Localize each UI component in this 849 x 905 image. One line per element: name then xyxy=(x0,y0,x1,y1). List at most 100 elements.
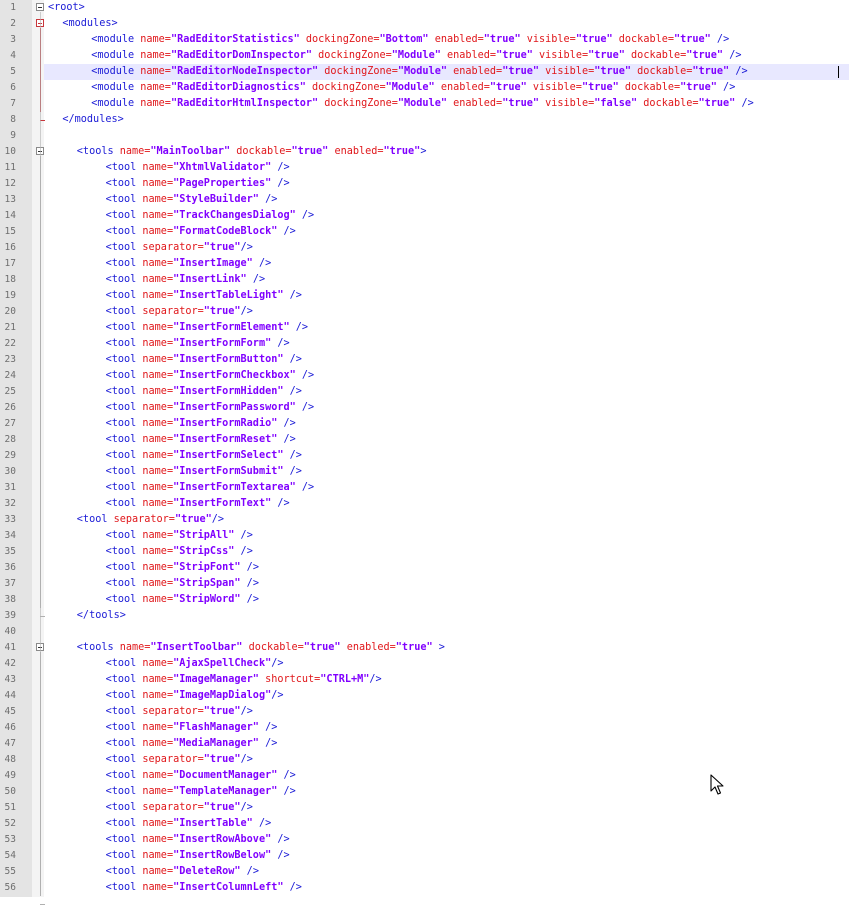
line-text[interactable]: <tool name="InsertFormTextarea" /> xyxy=(106,480,315,496)
code-line[interactable]: 7 <module name="RadEditorHtmlInspector" d… xyxy=(0,96,849,112)
line-text[interactable]: <tool name="DeleteRow" /> xyxy=(106,864,259,880)
code-line[interactable]: 19 <tool name="InsertTableLight" /> xyxy=(0,288,849,304)
code-line[interactable]: 43 <tool name="ImageManager" shortcut="CT… xyxy=(0,672,849,688)
code-line[interactable]: 46 <tool name="FlashManager" /> xyxy=(0,720,849,736)
code-line[interactable]: 45 <tool separator="true"/> xyxy=(0,704,849,720)
line-text[interactable]: <tool name="InsertFormPassword" /> xyxy=(106,400,315,416)
line-text[interactable]: <tool name="AjaxSpellCheck"/> xyxy=(106,656,284,672)
code-line[interactable]: 20 <tool separator="true"/> xyxy=(0,304,849,320)
line-text[interactable]: <tool separator="true"/> xyxy=(106,704,253,720)
line-text[interactable]: <tools name="InsertToolbar" dockable="tr… xyxy=(77,640,445,656)
line-text[interactable]: <tool name="InsertRowBelow" /> xyxy=(106,848,290,864)
code-line[interactable]: 36 <tool name="StripFont" /> xyxy=(0,560,849,576)
line-text[interactable]: </modules> xyxy=(62,112,123,128)
code-line[interactable]: 47 <tool name="MediaManager" /> xyxy=(0,736,849,752)
line-text[interactable]: <tool name="XhtmlValidator" /> xyxy=(106,160,290,176)
line-text[interactable]: <tool name="InsertFormHidden" /> xyxy=(106,384,302,400)
code-line[interactable]: 16 <tool separator="true"/> xyxy=(0,240,849,256)
line-text[interactable]: <tools name="MainToolbar" dockable="true… xyxy=(77,144,427,160)
line-text[interactable]: <tool separator="true"/> xyxy=(106,240,253,256)
code-line[interactable]: 54 <tool name="InsertRowBelow" /> xyxy=(0,848,849,864)
line-text[interactable]: <tool name="InsertFormForm" /> xyxy=(106,336,290,352)
code-line[interactable]: 40 xyxy=(0,624,849,640)
code-line[interactable]: 14 <tool name="TrackChangesDialog" /> xyxy=(0,208,849,224)
line-text[interactable]: <tool name="InsertTable" /> xyxy=(106,816,272,832)
code-line[interactable]: 30 <tool name="InsertFormSubmit" /> xyxy=(0,464,849,480)
line-text[interactable]: <tool separator="true"/> xyxy=(106,752,253,768)
code-line[interactable]: 23 <tool name="InsertFormButton" /> xyxy=(0,352,849,368)
code-line[interactable]: 51 <tool separator="true"/> xyxy=(0,800,849,816)
code-line[interactable]: 1 <root> xyxy=(0,0,849,16)
line-text[interactable]: <module name="RadEditorStatistics" docki… xyxy=(91,32,729,48)
line-text[interactable]: <module name="RadEditorNodeInspector" do… xyxy=(91,64,747,80)
line-text[interactable]: <tool name="InsertFormButton" /> xyxy=(106,352,302,368)
line-text[interactable]: <modules> xyxy=(62,16,117,32)
code-line[interactable]: 3 <module name="RadEditorStatistics" dock… xyxy=(0,32,849,48)
code-line[interactable]: 32 <tool name="InsertFormText" /> xyxy=(0,496,849,512)
code-line[interactable]: 29 <tool name="InsertFormSelect" /> xyxy=(0,448,849,464)
line-text[interactable]: <tool name="InsertFormReset" /> xyxy=(106,432,296,448)
code-line[interactable]: 9 xyxy=(0,128,849,144)
line-text[interactable]: <tool name="ImageManager" shortcut="CTRL… xyxy=(106,672,382,688)
line-text[interactable]: <tool name="InsertFormElement" /> xyxy=(106,320,308,336)
code-line[interactable]: 4 <module name="RadEditorDomInspector" do… xyxy=(0,48,849,64)
code-line[interactable]: 26 <tool name="InsertFormPassword" /> xyxy=(0,400,849,416)
code-line[interactable]: 21 <tool name="InsertFormElement" /> xyxy=(0,320,849,336)
line-text[interactable]: <module name="RadEditorDomInspector" doc… xyxy=(91,48,741,64)
line-text[interactable]: <root> xyxy=(48,0,85,16)
code-line[interactable]: 5 <module name="RadEditorNodeInspector" d… xyxy=(0,64,849,80)
line-text[interactable]: <module name="RadEditorDiagnostics" dock… xyxy=(91,80,735,96)
code-line[interactable]: 41 <tools name="InsertToolbar" dockable="… xyxy=(0,640,849,656)
code-line[interactable]: 56 <tool name="InsertColumnLeft" /> xyxy=(0,880,849,896)
line-text[interactable]: <tool name="InsertFormSubmit" /> xyxy=(106,464,302,480)
code-line[interactable]: 24 <tool name="InsertFormCheckbox" /> xyxy=(0,368,849,384)
line-text[interactable]: <tool separator="true"/> xyxy=(106,800,253,816)
line-text[interactable]: <tool name="TrackChangesDialog" /> xyxy=(106,208,315,224)
code-line[interactable]: 34 <tool name="StripAll" /> xyxy=(0,528,849,544)
code-line[interactable]: 2 <modules> xyxy=(0,16,849,32)
code-line[interactable]: 44 <tool name="ImageMapDialog"/> xyxy=(0,688,849,704)
code-editor[interactable]: 1 <root> 2 <modules> 3 <module name="RadEdito… xyxy=(0,0,849,905)
code-line[interactable]: 38 <tool name="StripWord" /> xyxy=(0,592,849,608)
code-line[interactable]: 18 <tool name="InsertLink" /> xyxy=(0,272,849,288)
code-line[interactable]: 39 </tools> xyxy=(0,608,849,624)
line-text[interactable]: <tool name="PageProperties" /> xyxy=(106,176,290,192)
code-line[interactable]: 31 <tool name="InsertFormTextarea" /> xyxy=(0,480,849,496)
code-line[interactable]: 8 </modules> xyxy=(0,112,849,128)
line-text[interactable]: <tool name="InsertImage" /> xyxy=(106,256,272,272)
code-line[interactable]: 13 <tool name="StyleBuilder" /> xyxy=(0,192,849,208)
code-line[interactable]: 35 <tool name="StripCss" /> xyxy=(0,544,849,560)
code-line[interactable]: 17 <tool name="InsertImage" /> xyxy=(0,256,849,272)
line-text[interactable]: </tools> xyxy=(77,608,126,624)
code-line[interactable]: 27 <tool name="InsertFormRadio" /> xyxy=(0,416,849,432)
code-line[interactable]: 55 <tool name="DeleteRow" /> xyxy=(0,864,849,880)
line-text[interactable]: <tool name="InsertFormCheckbox" /> xyxy=(106,368,315,384)
line-text[interactable]: <tool name="FormatCodeBlock" /> xyxy=(106,224,296,240)
line-text[interactable]: <tool name="InsertTableLight" /> xyxy=(106,288,302,304)
code-line[interactable]: 22 <tool name="InsertFormForm" /> xyxy=(0,336,849,352)
line-text[interactable]: <tool name="TemplateManager" /> xyxy=(106,784,296,800)
line-text[interactable]: <tool name="FlashManager" /> xyxy=(106,720,278,736)
line-text[interactable]: <tool name="DocumentManager" /> xyxy=(106,768,296,784)
line-text[interactable]: <tool separator="true"/> xyxy=(106,304,253,320)
line-text[interactable]: <tool name="StripFont" /> xyxy=(106,560,259,576)
line-text[interactable]: <tool name="StripWord" /> xyxy=(106,592,259,608)
code-line[interactable]: 6 <module name="RadEditorDiagnostics" doc… xyxy=(0,80,849,96)
line-text[interactable]: <tool name="StripAll" /> xyxy=(106,528,253,544)
line-text[interactable]: <tool name="InsertRowAbove" /> xyxy=(106,832,290,848)
code-line[interactable]: 25 <tool name="InsertFormHidden" /> xyxy=(0,384,849,400)
code-line[interactable]: 12 <tool name="PageProperties" /> xyxy=(0,176,849,192)
fold-toggle-icon[interactable] xyxy=(36,3,44,11)
line-text[interactable]: <tool name="ImageMapDialog"/> xyxy=(106,688,284,704)
code-line[interactable]: 10 <tools name="MainToolbar" dockable="tr… xyxy=(0,144,849,160)
code-line[interactable]: 48 <tool separator="true"/> xyxy=(0,752,849,768)
code-line[interactable]: 52 <tool name="InsertTable" /> xyxy=(0,816,849,832)
code-line[interactable]: 53 <tool name="InsertRowAbove" /> xyxy=(0,832,849,848)
code-line[interactable]: 42 <tool name="AjaxSpellCheck"/> xyxy=(0,656,849,672)
line-text[interactable]: <tool name="StripSpan" /> xyxy=(106,576,259,592)
line-text[interactable]: <tool name="StyleBuilder" /> xyxy=(106,192,278,208)
line-text[interactable]: <tool separator="true"/> xyxy=(77,512,224,528)
line-text[interactable]: <tool name="InsertFormText" /> xyxy=(106,496,290,512)
code-line[interactable]: 28 <tool name="InsertFormReset" /> xyxy=(0,432,849,448)
line-text[interactable]: <tool name="InsertFormSelect" /> xyxy=(106,448,302,464)
